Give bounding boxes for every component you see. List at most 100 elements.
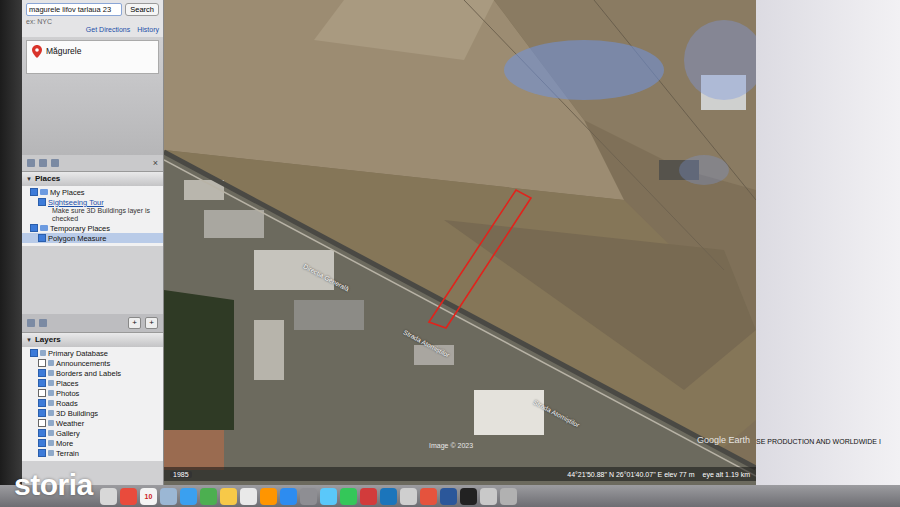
checkbox[interactable] xyxy=(38,369,46,377)
app-icon[interactable]: 10 xyxy=(140,488,157,505)
app-icon[interactable] xyxy=(380,488,397,505)
add-button[interactable]: + xyxy=(145,317,158,329)
layer-item[interactable]: Weather xyxy=(22,418,163,428)
background-text: SE PRODUCTION AND WORLDWIDE I xyxy=(756,438,881,445)
layer-icon xyxy=(48,410,54,416)
checkbox[interactable] xyxy=(38,389,46,397)
document-icon[interactable] xyxy=(39,159,47,167)
map-view[interactable]: Direcția GeneralăStrada AtomiștilorStrad… xyxy=(164,0,756,485)
app-icon[interactable] xyxy=(360,488,377,505)
layer-item[interactable]: Primary Database xyxy=(22,348,163,358)
layer-item[interactable]: Terrain xyxy=(22,448,163,458)
checkbox[interactable] xyxy=(38,409,46,417)
app-icon[interactable] xyxy=(400,488,417,505)
app-icon[interactable] xyxy=(180,488,197,505)
app-icon[interactable] xyxy=(220,488,237,505)
app-icon[interactable] xyxy=(260,488,277,505)
desktop-background: SE PRODUCTION AND WORLDWIDE I xyxy=(756,0,900,485)
layer-icon xyxy=(48,360,54,366)
checkbox[interactable] xyxy=(30,224,38,232)
search-hint: ex: NYC xyxy=(26,16,159,26)
results-panel: Măgurele xyxy=(22,37,163,155)
map-pin-icon xyxy=(32,45,42,58)
layers-header[interactable]: ▼Layers xyxy=(22,332,163,347)
app-icon[interactable] xyxy=(460,488,477,505)
search-button[interactable]: Search xyxy=(125,3,159,16)
screen: magurele lifov tarlaua 23Searchex: NYCGe… xyxy=(0,0,900,507)
checkbox[interactable] xyxy=(38,359,46,367)
dock: 10 xyxy=(0,485,900,507)
checkbox[interactable] xyxy=(38,198,46,206)
search-link[interactable]: History xyxy=(137,26,159,33)
layer-item[interactable]: 3D Buildings xyxy=(22,408,163,418)
layer-item[interactable]: Gallery xyxy=(22,428,163,438)
status-bar: 1985 44°21'50.88" N 26°01'40.07" E elev 7… xyxy=(164,467,756,481)
app-icon[interactable] xyxy=(440,488,457,505)
app-icon[interactable] xyxy=(120,488,137,505)
search-field[interactable]: magurele lifov tarlaua 23 xyxy=(26,3,122,16)
close-button[interactable]: × xyxy=(153,158,158,168)
panel-icon[interactable] xyxy=(39,319,47,327)
checkbox[interactable] xyxy=(30,188,38,196)
app-icon[interactable] xyxy=(300,488,317,505)
checkbox[interactable] xyxy=(38,419,46,427)
places-header[interactable]: ▼Places xyxy=(22,171,163,186)
app-icon[interactable] xyxy=(320,488,337,505)
checkbox[interactable] xyxy=(38,439,46,447)
folder-icon xyxy=(40,189,48,195)
app-icon[interactable] xyxy=(480,488,497,505)
add-button[interactable]: + xyxy=(128,317,141,329)
layer-icon xyxy=(40,350,46,356)
layer-icon xyxy=(48,440,54,446)
layer-item[interactable]: Photos xyxy=(22,388,163,398)
sidebar: magurele lifov tarlaua 23Searchex: NYCGe… xyxy=(22,0,164,485)
app-icon[interactable] xyxy=(420,488,437,505)
app-icon[interactable] xyxy=(160,488,177,505)
layer-icon xyxy=(48,370,54,376)
app-icon[interactable] xyxy=(500,488,517,505)
checkbox[interactable] xyxy=(38,449,46,457)
place-item[interactable]: Make sure 3D Buildings layer is checked xyxy=(22,207,163,223)
search-link[interactable]: Get Directions xyxy=(86,26,130,33)
search-icon[interactable] xyxy=(27,319,35,327)
folder-icon xyxy=(40,225,48,231)
print-icon[interactable] xyxy=(51,159,59,167)
google-earth-logo: Google Earth xyxy=(697,435,750,445)
imagery-copyright: Image © 2023 xyxy=(429,442,473,449)
app-icon[interactable] xyxy=(280,488,297,505)
checkbox[interactable] xyxy=(30,349,38,357)
layer-icon xyxy=(48,430,54,436)
measured-polygon[interactable] xyxy=(429,190,531,328)
app-icon[interactable] xyxy=(200,488,217,505)
checkbox[interactable] xyxy=(38,379,46,387)
places-tree: My PlacesSightseeing TourMake sure 3D Bu… xyxy=(22,186,163,246)
eye-altitude: eye alt 1.19 km xyxy=(703,471,750,478)
checkbox[interactable] xyxy=(38,399,46,407)
layer-item[interactable]: Places xyxy=(22,378,163,388)
storia-watermark: storia xyxy=(14,468,93,501)
layer-item[interactable]: Roads xyxy=(22,398,163,408)
layer-item[interactable]: Borders and Labels xyxy=(22,368,163,378)
place-item[interactable]: Polygon Measure xyxy=(22,233,163,243)
app-icon[interactable] xyxy=(340,488,357,505)
app-icon[interactable] xyxy=(100,488,117,505)
layer-icon xyxy=(48,400,54,406)
layers-tree: Primary DatabaseAnnouncementsBorders and… xyxy=(22,347,163,461)
app-icon[interactable] xyxy=(240,488,257,505)
folder-icon[interactable] xyxy=(27,159,35,167)
search-result[interactable]: Măgurele xyxy=(26,40,159,74)
imagery-date[interactable]: 1985 xyxy=(170,471,192,478)
layer-icon xyxy=(48,450,54,456)
coordinates: 44°21'50.88" N 26°01'40.07" E elev 77 m xyxy=(567,471,694,478)
place-item[interactable]: My Places xyxy=(22,187,163,197)
monitor-bezel xyxy=(0,0,22,485)
place-item[interactable]: Sightseeing Tour xyxy=(22,197,163,207)
layer-item[interactable]: More xyxy=(22,438,163,448)
layer-icon xyxy=(48,420,54,426)
place-item[interactable]: Temporary Places xyxy=(22,223,163,233)
satellite-imagery xyxy=(164,0,756,485)
layer-item[interactable]: Announcements xyxy=(22,358,163,368)
places-toolbar: × xyxy=(22,155,163,171)
checkbox[interactable] xyxy=(38,234,46,242)
checkbox[interactable] xyxy=(38,429,46,437)
